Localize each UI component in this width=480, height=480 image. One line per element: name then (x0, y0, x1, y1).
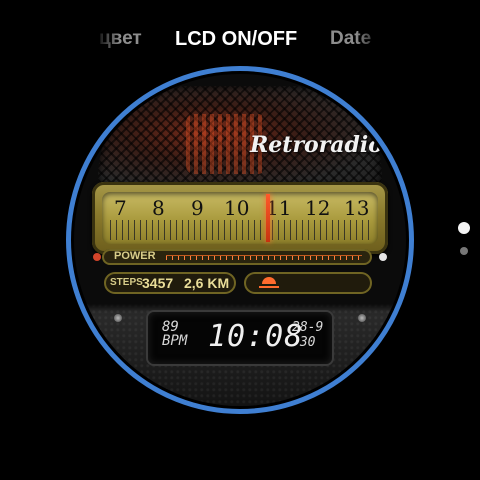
steps-label: STEPS (110, 277, 143, 288)
lcd-time: 10:08 (208, 319, 304, 354)
heart-rate: 89 BPM (162, 320, 187, 348)
dial-numbers: 7 8 9 10 11 12 13 (102, 196, 378, 220)
indicator-led-left (93, 253, 101, 261)
tuner-dial: 7 8 9 10 11 12 13 (102, 192, 378, 244)
picker-fade-right (356, 28, 386, 58)
power-label: POWER (114, 250, 156, 262)
dial-ticks (110, 220, 370, 240)
steps-complication[interactable]: STEPS 3457 2,6 KM (104, 272, 236, 294)
watch-face[interactable]: Retroradio 7 8 9 10 11 12 13 POWER STEPS… (74, 74, 406, 406)
dial-number: 7 (114, 196, 127, 220)
bpm-value: 89 (162, 319, 179, 335)
brand-logo: Retroradio (250, 132, 383, 158)
picker-fade-left (92, 28, 120, 58)
dial-number: 12 (305, 196, 331, 220)
bpm-label: BPM (162, 333, 188, 349)
tuner-needle (266, 194, 270, 242)
complication-picker[interactable]: цвет LCD ON/OFF Date (0, 28, 480, 58)
sunset-complication[interactable] (244, 272, 372, 294)
power-track (166, 255, 362, 260)
dial-number: 13 (344, 196, 370, 220)
page-dot[interactable] (460, 247, 468, 255)
lcd-display[interactable]: 89 BPM 10:08 28-9 30 (148, 312, 332, 364)
distance-value: 2,6 KM (184, 275, 230, 291)
dial-number: 10 (224, 196, 250, 220)
power-bar: POWER (102, 249, 372, 265)
page-dot-active[interactable] (458, 222, 470, 234)
picker-option-selected[interactable]: LCD ON/OFF (175, 28, 297, 51)
screw-icon (358, 314, 366, 322)
lcd-date: 28-9 30 (292, 320, 323, 350)
date-day-month: 28-9 (292, 320, 324, 335)
dial-number: 9 (191, 196, 204, 220)
dial-number: 8 (152, 196, 165, 220)
date-extra: 30 (299, 335, 316, 350)
steps-value: 3457 (142, 275, 174, 291)
tuner-panel: 7 8 9 10 11 12 13 (92, 182, 388, 254)
screw-icon (114, 314, 122, 322)
indicator-led-right (379, 253, 387, 261)
